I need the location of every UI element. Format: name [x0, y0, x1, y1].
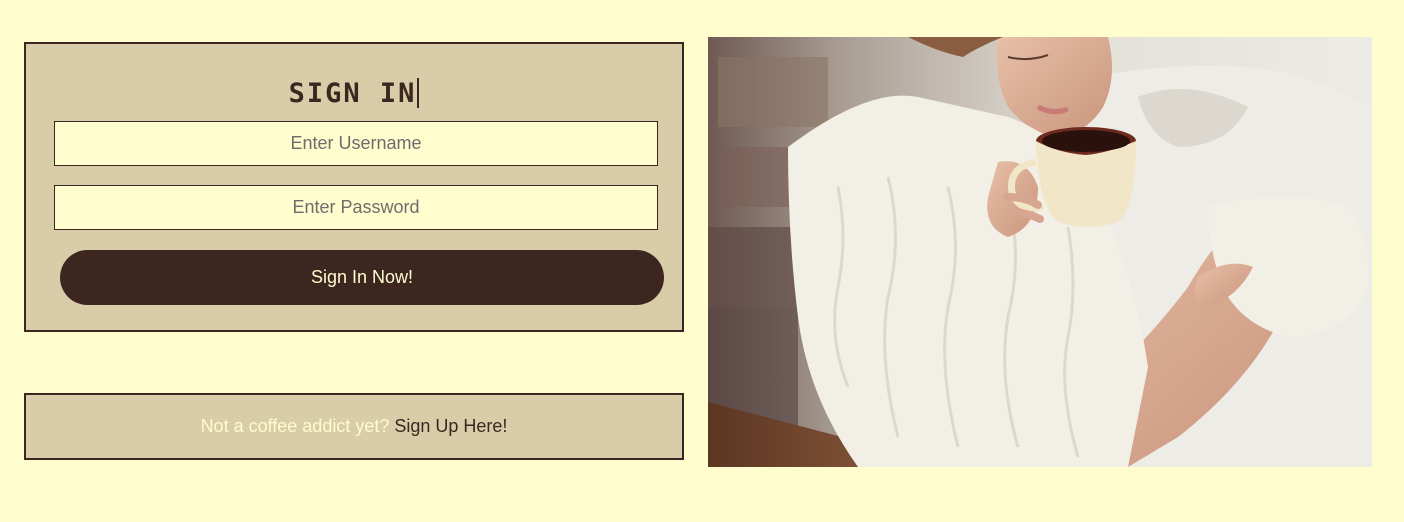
signin-title-text: SIGN IN [288, 78, 417, 109]
page: SIGN IN Sign In Now! Not a coffee addict… [0, 0, 1404, 522]
woman-drinking-coffee-photo [708, 37, 1372, 467]
password-input[interactable] [54, 185, 658, 230]
hero-photo [708, 37, 1372, 467]
sign-up-link[interactable]: Sign Up Here! [394, 416, 507, 436]
signup-prompt: Not a coffee addict yet? [200, 416, 390, 436]
sign-in-button[interactable]: Sign In Now! [60, 250, 664, 305]
text-caret [417, 77, 420, 108]
signup-panel: Not a coffee addict yet? Sign Up Here! [24, 393, 684, 460]
signin-title: SIGN IN [26, 74, 682, 114]
username-input[interactable] [54, 121, 658, 166]
signin-form: SIGN IN Sign In Now! [24, 42, 684, 332]
